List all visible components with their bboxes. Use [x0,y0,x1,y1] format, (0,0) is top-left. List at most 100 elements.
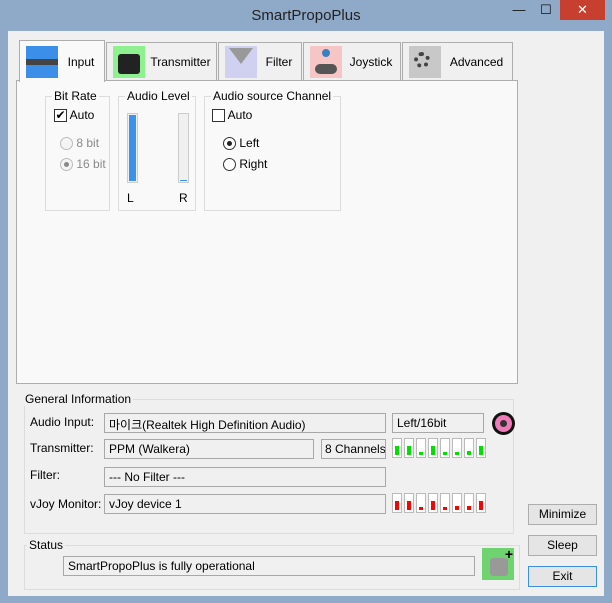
channel-meter-fill [467,506,471,510]
right-level-fill [180,179,187,181]
channel-meter [404,438,414,458]
transmitter-icon [113,45,145,78]
channel-meter [464,438,474,458]
channel-meter [464,493,474,513]
tab-label: Joystick [349,54,393,69]
channel-meter [476,438,486,458]
channel-meter-fill [419,506,423,510]
tab-filter[interactable]: Filter [218,42,302,80]
tab-label: Input [67,54,95,69]
right-label: R [179,191,188,205]
channel-meter-fill [395,446,399,455]
bit-rate-auto-checkbox[interactable]: ✔ Auto [54,108,95,123]
tab-label: Transmitter [150,54,211,69]
vjoy-field: vJoy device 1 [104,494,386,514]
channel-meter-fill [479,446,483,455]
channel-meter [440,438,450,458]
speaker-icon [492,412,515,435]
input-tab-panel: Bit Rate ✔ Auto 8 bit 16 bit Audio Level… [16,80,518,384]
radio-right[interactable]: Right [223,157,268,172]
audio-level-group: Audio Level L R [118,89,196,211]
filter-label: Filter: [30,468,60,482]
tab-advanced[interactable]: Advanced [402,42,513,80]
radio[interactable] [60,158,73,172]
tab-input[interactable]: Input [19,40,105,82]
audio-source-channel-group: Audio source Channel Auto Left Right [204,89,341,211]
vjoy-channel-meters [392,493,486,513]
minimize-window-button[interactable]: — [506,0,532,20]
channel-meter-fill [455,451,459,455]
joystick-icon [310,45,342,78]
exit-button[interactable]: Exit [528,566,597,587]
channel-meter-fill [419,451,423,455]
channel-meter [428,493,438,513]
maximize-window-button[interactable]: ☐ [533,0,559,20]
checkbox-label: Auto [69,108,95,122]
radio-label: Right [239,157,268,171]
transmitter-status-icon: + [482,547,514,580]
channel-meter-fill [467,451,471,455]
audio-level-title: Audio Level [125,89,192,103]
tab-transmitter[interactable]: Transmitter [106,42,217,80]
channel-auto-checkbox[interactable]: Auto [212,108,253,123]
gears-icon [409,45,441,78]
radio-8-bit[interactable]: 8 bit [60,136,100,151]
channel-meter [392,493,402,513]
audio-format-field: Left/16bit [392,413,484,433]
channel-meter [392,438,402,458]
channel-meter-fill [455,506,459,510]
bit-rate-group: Bit Rate ✔ Auto 8 bit 16 bit [45,89,110,211]
vjoy-monitor-label: vJoy Monitor: [30,497,102,511]
audio-input-label: Audio Input: [30,415,95,429]
radio-label: Left [239,136,260,150]
radio-label: 8 bit [76,136,100,150]
audio-jack-icon [26,45,58,78]
channel-meter [476,493,486,513]
channel-meter-fill [431,446,435,455]
channel-meter-fill [407,446,411,455]
minimize-button[interactable]: Minimize [528,504,597,525]
filter-field: --- No Filter --- [104,467,386,487]
bit-rate-title: Bit Rate [52,89,99,103]
channel-meter-fill [479,501,483,510]
audio-input-field: 마이크(Realtek High Definition Audio) [104,413,386,433]
radio-16-bit[interactable]: 16 bit [60,157,106,172]
channel-meter-fill [443,451,447,455]
channel-meter-fill [407,501,411,510]
transmitter-channel-meters [392,438,486,458]
status-field: SmartPropoPlus is fully operational [63,556,475,576]
radio-label: 16 bit [76,157,106,171]
sleep-button[interactable]: Sleep [528,535,597,556]
close-window-button[interactable]: ✕ [560,0,605,20]
radio[interactable] [223,137,236,151]
tab-label: Filter [265,54,293,69]
channel-meter-fill [431,501,435,510]
transmitter-field: PPM (Walkera) [104,439,314,459]
checkbox[interactable] [212,109,225,123]
general-information-title: General Information [23,392,134,406]
checkbox[interactable]: ✔ [54,109,67,123]
channel-meter [452,438,462,458]
funnel-icon [225,45,257,78]
transmitter-label: Transmitter: [30,441,94,455]
left-level-meter [127,113,138,183]
left-level-fill [129,115,136,181]
channel-meter [404,493,414,513]
radio[interactable] [223,158,236,172]
checkbox-label: Auto [227,108,253,122]
tab-joystick[interactable]: Joystick [303,42,401,80]
channel-title: Audio source Channel [211,89,334,103]
channel-meter [452,493,462,513]
right-level-meter [178,113,189,183]
channel-meter-fill [443,506,447,510]
tab-label: Advanced [449,54,504,69]
channel-meter-fill [395,501,399,510]
channel-meter [440,493,450,513]
left-label: L [127,191,134,205]
channel-meter [428,438,438,458]
channels-field: 8 Channels [321,439,386,459]
radio[interactable] [60,137,73,151]
channel-meter [416,438,426,458]
status-title: Status [27,538,66,552]
radio-left[interactable]: Left [223,136,260,151]
